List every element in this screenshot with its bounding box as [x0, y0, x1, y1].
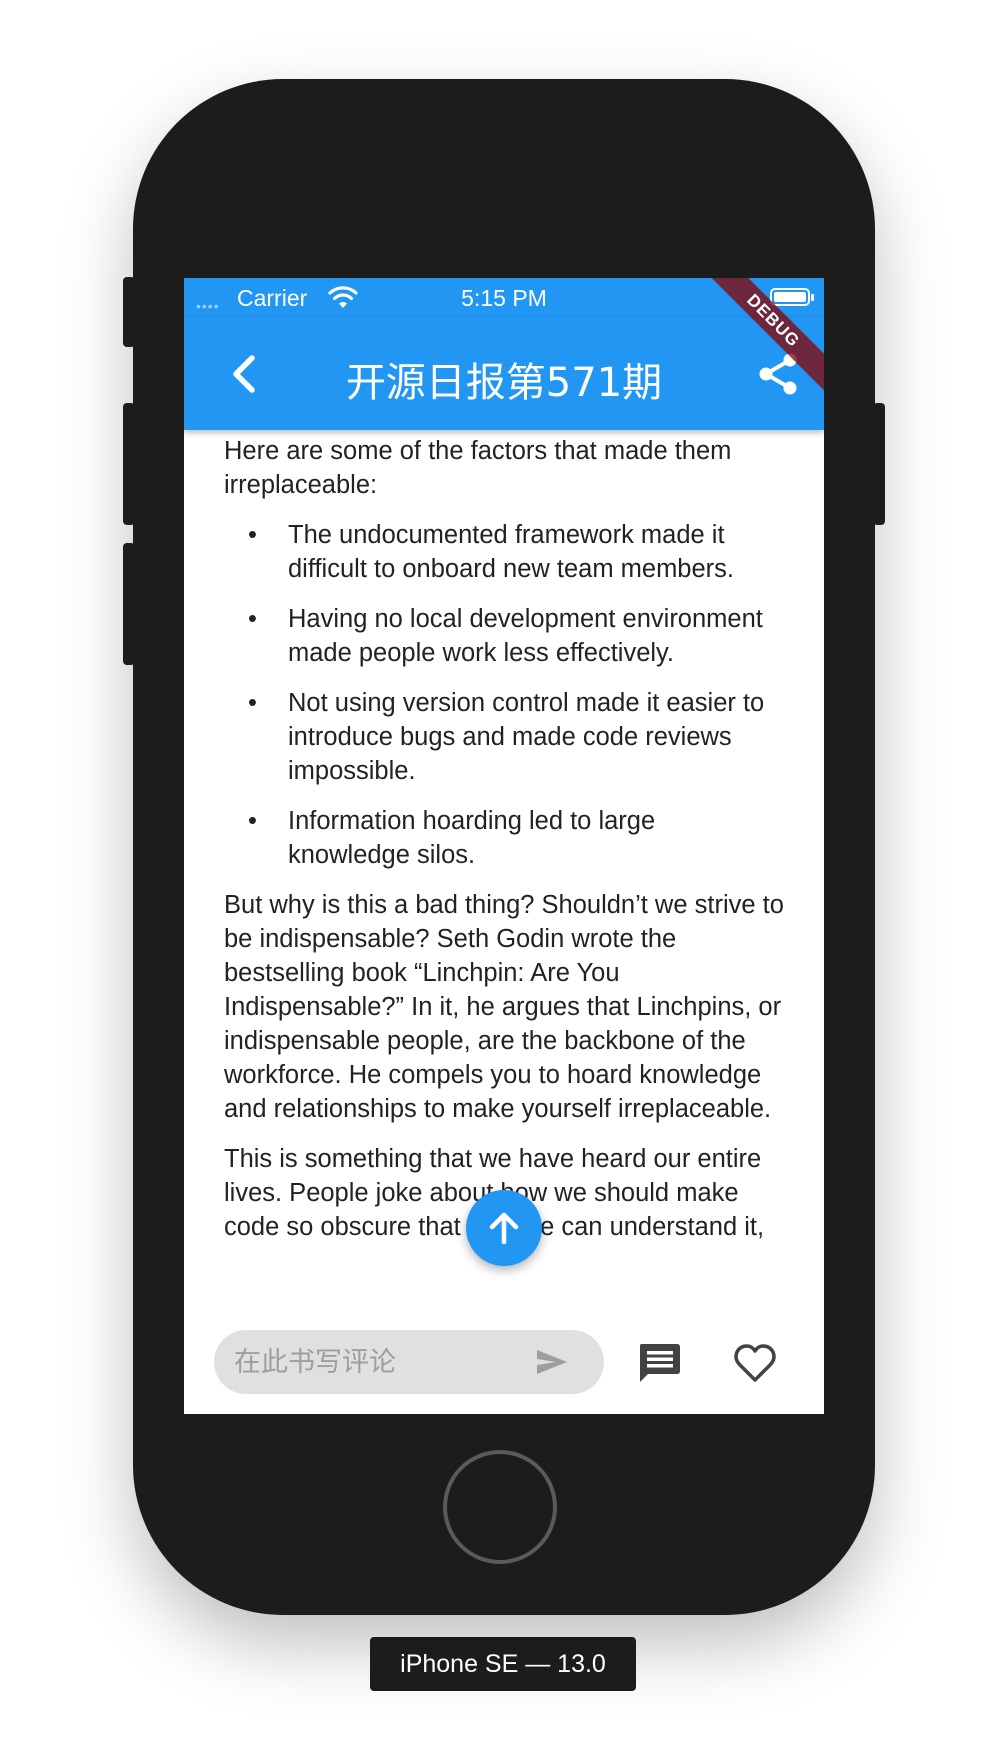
- list-item: • Information hoarding led to large know…: [184, 804, 824, 872]
- send-button[interactable]: [534, 1344, 570, 1380]
- list-item: • Having no local development environmen…: [184, 602, 824, 670]
- like-button[interactable]: [732, 1340, 778, 1386]
- battery-icon: [770, 288, 814, 306]
- factor-list: • The undocumented framework made it dif…: [184, 518, 824, 872]
- page-title: 开源日报第571期: [345, 360, 663, 406]
- list-item-text: Information hoarding led to large knowle…: [288, 807, 656, 869]
- list-item-text: Not using version control made it easier…: [288, 689, 765, 785]
- scroll-to-top-button[interactable]: [466, 1190, 542, 1266]
- phone-screen: •••• Carrier 5:15 PM 开源日报第571期 Here are …: [184, 278, 824, 1414]
- app-bar: 开源日报第571期: [184, 318, 824, 430]
- list-item-text: Having no local development environment …: [288, 605, 763, 667]
- article-paragraph: Here are some of the factors that made t…: [224, 437, 732, 499]
- volume-down-button: [123, 543, 135, 665]
- volume-up-button: [123, 403, 135, 525]
- bottom-action-bar: [184, 1310, 824, 1414]
- comments-button[interactable]: [636, 1340, 682, 1386]
- power-button: [873, 403, 885, 525]
- list-item: • Not using version control made it easi…: [184, 686, 824, 788]
- bullet: •: [248, 521, 257, 549]
- article-paragraph: But why is this a bad thing? Shouldn’t w…: [224, 891, 784, 1123]
- share-icon: [759, 353, 797, 395]
- bullet: •: [248, 605, 257, 633]
- status-bar: •••• Carrier 5:15 PM: [184, 278, 824, 318]
- status-time: 5:15 PM: [461, 285, 547, 311]
- heart-outline-icon: [734, 1344, 776, 1382]
- send-icon: [537, 1350, 567, 1374]
- arrow-upward-icon: [489, 1212, 519, 1245]
- bullet: •: [248, 807, 257, 835]
- share-button[interactable]: [756, 352, 800, 396]
- article-content: Here are some of the factors that made t…: [184, 430, 824, 1310]
- mute-switch: [123, 277, 135, 347]
- bullet: •: [248, 689, 257, 717]
- device-label: iPhone SE — 13.0: [370, 1637, 636, 1691]
- home-button[interactable]: [443, 1450, 557, 1564]
- comment-icon: [640, 1344, 680, 1382]
- list-item: • The undocumented framework made it dif…: [184, 518, 824, 586]
- list-item-text: The undocumented framework made it diffi…: [288, 521, 735, 583]
